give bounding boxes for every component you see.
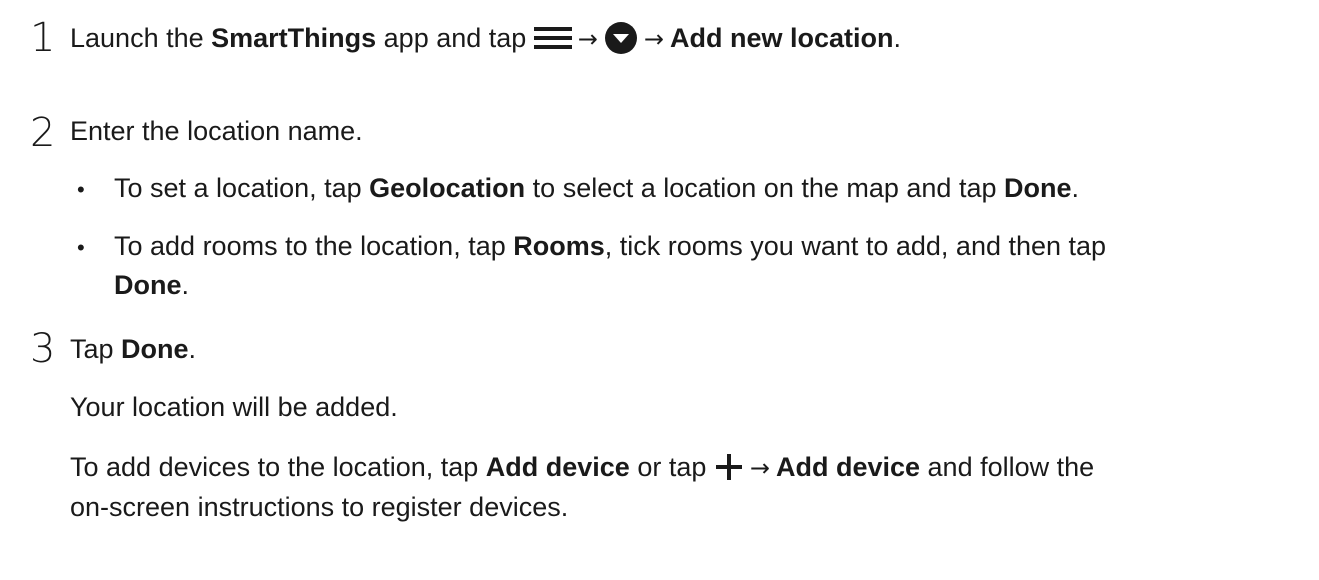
step-3-text-before: Tap <box>70 334 122 364</box>
step-1-action: Add new location <box>670 23 894 53</box>
arrow-icon: → <box>749 454 770 482</box>
bullet-geolocation: To set a location, tap Geolocation to se… <box>114 170 1079 206</box>
instruction-page: 1 Launch the SmartThings app and tap → → A… <box>0 0 1319 580</box>
done-label: Done <box>1004 173 1072 203</box>
geolocation-label: Geolocation <box>369 173 526 203</box>
plus-icon <box>714 452 744 482</box>
bullet-text: . <box>181 270 190 300</box>
step-3-devices-line-2: on-screen instructions to register devic… <box>70 492 569 522</box>
bullet-text: To set a location, tap <box>114 173 370 203</box>
devices-text: To add devices to the location, tap <box>70 452 486 482</box>
arrow-icon: → <box>643 25 665 53</box>
bullet-marker: • <box>77 177 85 202</box>
step-3-number: 3 <box>30 326 56 372</box>
step-3-text: Tap Done. <box>70 331 196 367</box>
bullet-text: to select a location on the map and tap <box>525 173 1004 203</box>
done-label: Done <box>121 334 189 364</box>
chevron-circle-icon <box>604 21 638 55</box>
step-3-result: Your location will be added. <box>70 392 398 422</box>
step-1-end: . <box>893 23 902 53</box>
step-1-text-mid: app and tap <box>376 23 534 53</box>
bullet-rooms-continued: Done. <box>114 267 189 303</box>
step-2-text: Enter the location name. <box>70 116 363 146</box>
bullet-text: To add rooms to the location, tap <box>114 231 514 261</box>
bullet-marker: • <box>77 235 85 260</box>
hamburger-icon <box>533 26 572 49</box>
step-2-number: 2 <box>30 110 56 156</box>
rooms-label: Rooms <box>513 231 605 261</box>
bullet-text: , tick rooms you want to add, and then t… <box>604 231 1107 261</box>
step-3-devices-line-1: To add devices to the location, tap Add … <box>70 449 1094 486</box>
step-1-number: 1 <box>30 15 56 61</box>
app-name: SmartThings <box>211 23 377 53</box>
devices-text: or tap <box>629 452 714 482</box>
devices-text: and follow the <box>920 452 1095 482</box>
add-device-label: Add device <box>485 452 630 482</box>
arrow-icon: → <box>577 25 598 53</box>
step-3-text-end: . <box>188 334 197 364</box>
bullet-rooms: To add rooms to the location, tap Rooms,… <box>114 228 1106 264</box>
done-label: Done <box>114 270 182 300</box>
bullet-text: . <box>1071 173 1080 203</box>
step-1-text-before: Launch the <box>70 23 212 53</box>
step-1-text: Launch the SmartThings app and tap → → Add… <box>70 20 901 57</box>
add-device-label: Add device <box>775 452 921 482</box>
